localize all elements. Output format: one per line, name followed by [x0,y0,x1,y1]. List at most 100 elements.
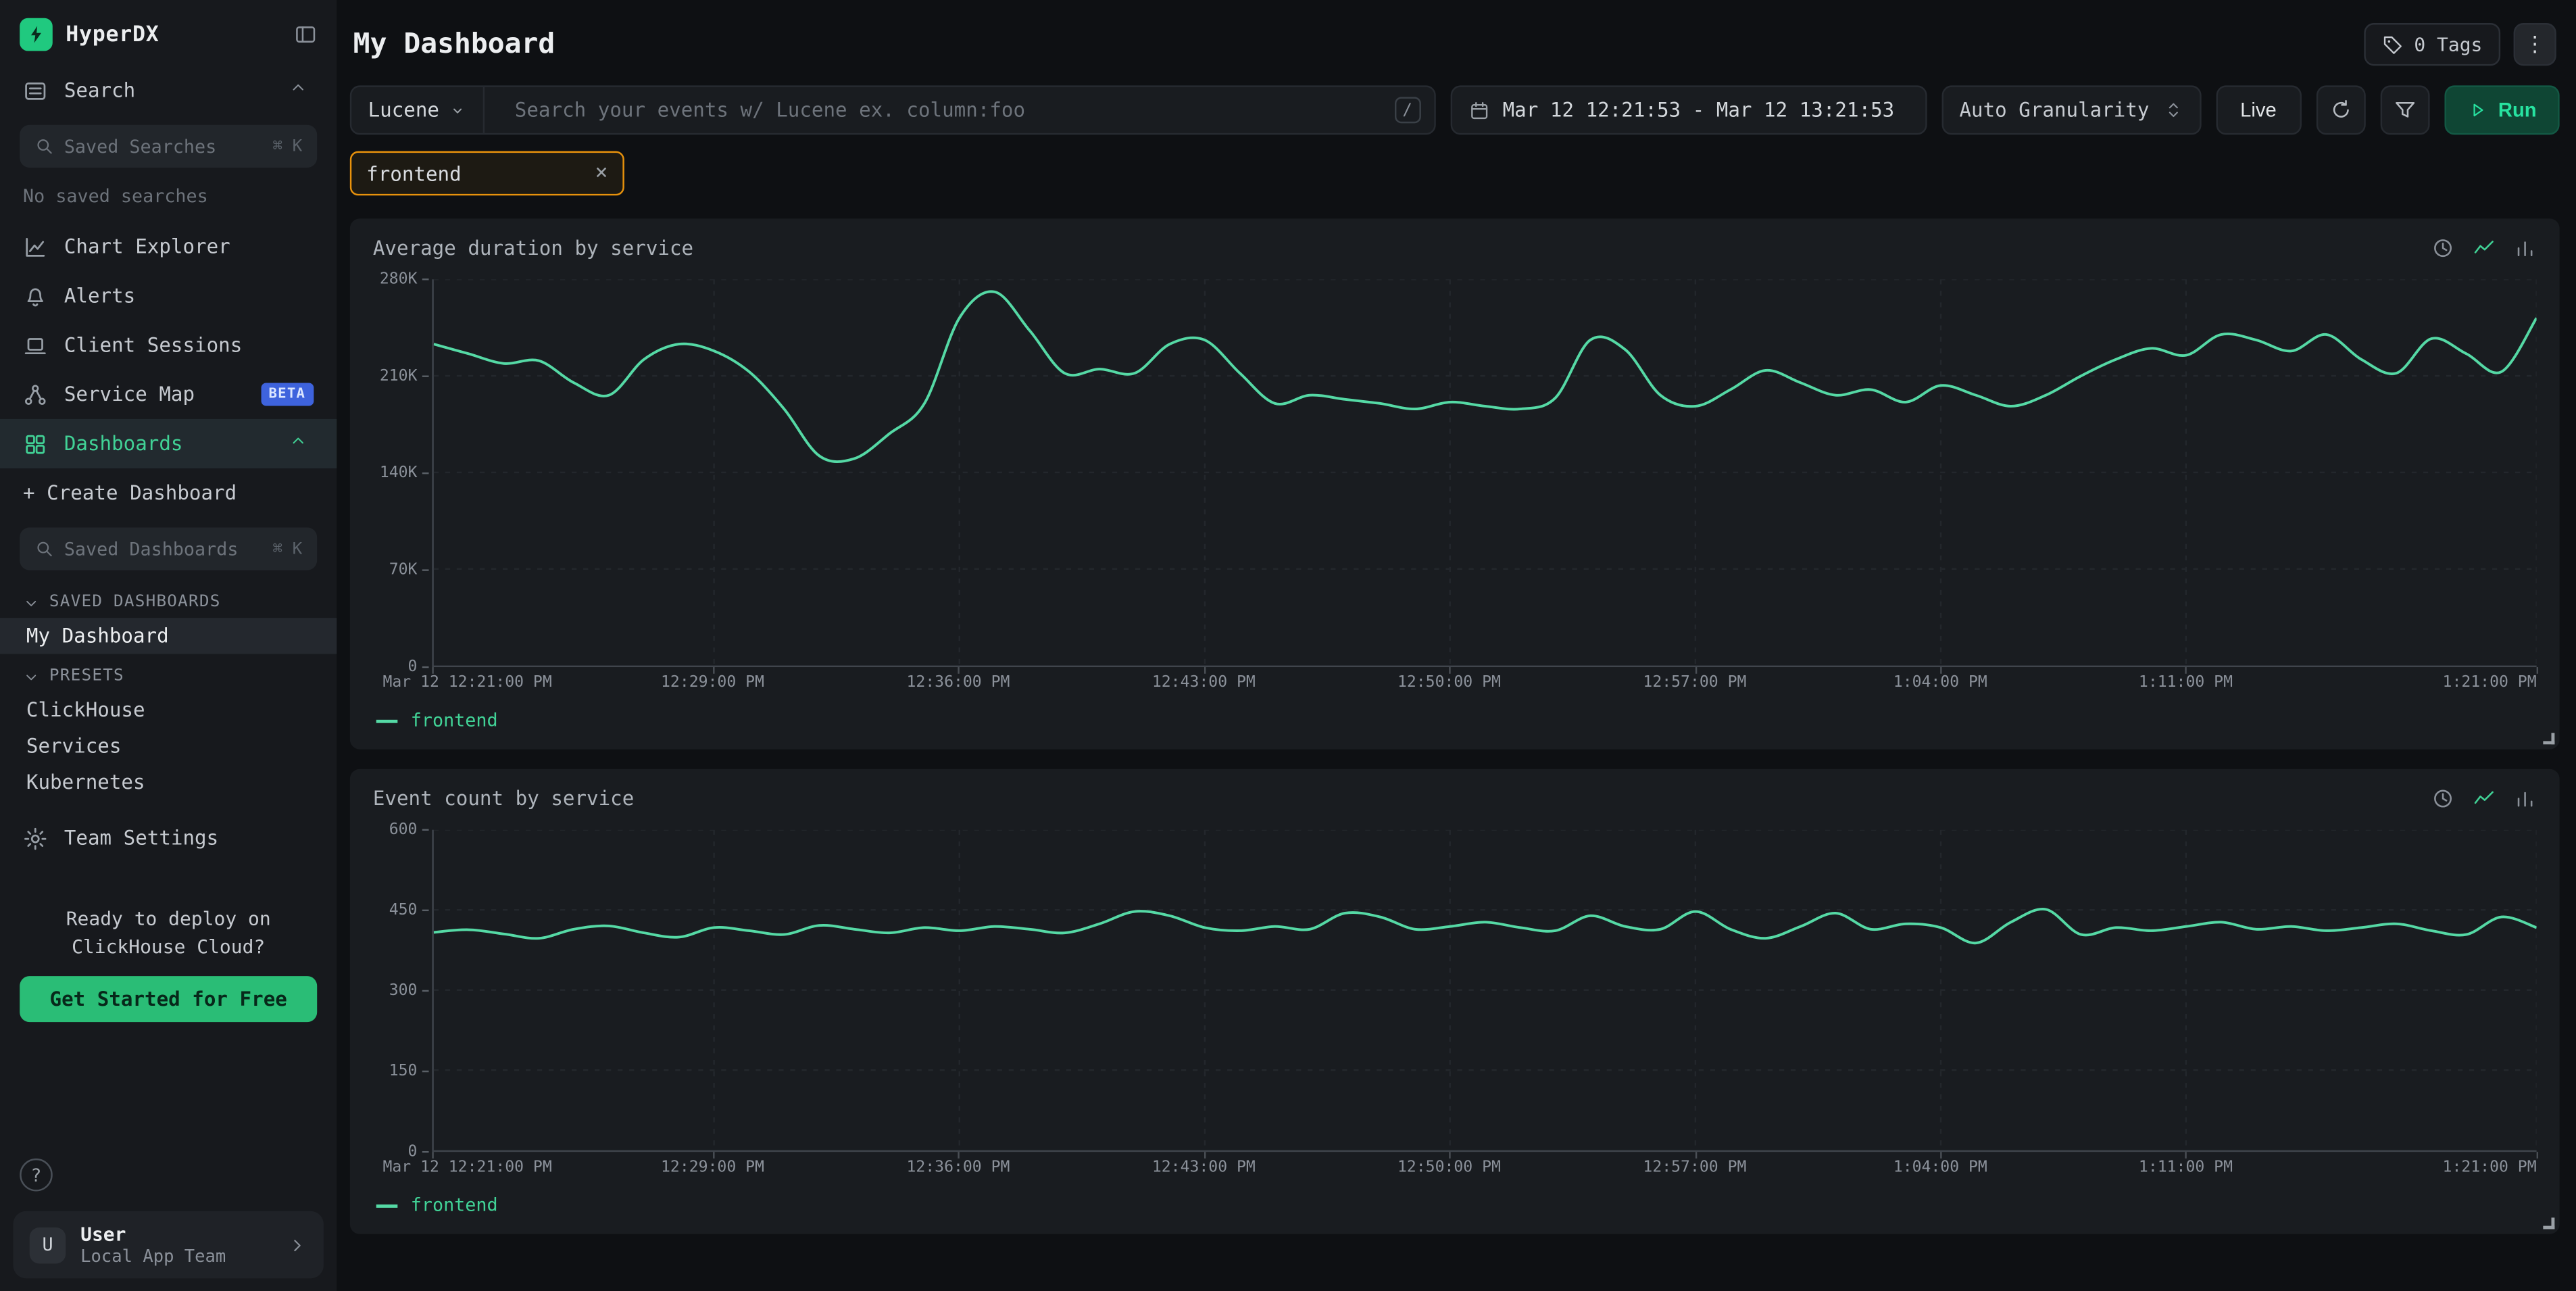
user-menu[interactable]: U User Local App Team [13,1211,323,1279]
shortcut-hint: ⌘ K [272,540,302,558]
legend-label[interactable]: frontend [411,710,498,731]
x-axis: Mar 12 12:21:00 PM12:29:00 PM12:36:00 PM… [432,1159,2536,1180]
filter-chip-row: frontend × [350,135,2560,199]
query-language-select[interactable]: Lucene [351,87,485,133]
shortcut-hint: ⌘ K [272,137,302,155]
sidebar-item-search[interactable]: Search [0,66,337,115]
x-tick-label: 12:50:00 PM [1397,674,1501,692]
get-started-button[interactable]: Get Started for Free [20,977,317,1023]
sidebar-item-label: Dashboards [64,432,273,455]
sidebar-item-dashboards[interactable]: Dashboards [0,419,337,468]
x-tick-label: 12:29:00 PM [661,674,764,692]
play-icon [2467,100,2487,120]
x-tickmark [1695,1152,1696,1159]
x-tick-label: 12:57:00 PM [1643,1159,1746,1177]
close-icon[interactable]: × [595,161,608,185]
line-chart-toggle-icon[interactable] [2473,787,2496,810]
time-range-icon[interactable] [2431,237,2454,260]
live-button[interactable]: Live [2216,85,2301,135]
gear-icon [23,826,47,850]
x-tick-label: 12:57:00 PM [1643,674,1746,692]
chevron-up-icon [289,78,314,102]
sidebar-item-my-dashboard[interactable]: My Dashboard [0,618,337,654]
chart-plot-area: 6004503001500 [373,830,2537,1152]
sidebar-item-alerts[interactable]: Alerts [0,271,337,320]
service-filter-chip-label: frontend [366,162,462,185]
saved-dashboards-placeholder: Saved Dashboards [64,538,263,560]
chevron-up-icon [289,431,314,456]
x-tickmark [2185,667,2187,674]
sidebar-item-client-sessions[interactable]: Client Sessions [0,320,337,370]
saved-dashboards-section-toggle[interactable]: SAVED DASHBOARDS [0,580,337,618]
x-tickmark [712,1152,714,1159]
saved-searches-input[interactable]: Saved Searches ⌘ K [20,125,317,168]
chevron-down-icon [23,594,39,610]
presets-section-toggle[interactable]: PRESETS [0,654,337,692]
bell-icon [23,283,47,308]
saved-dashboards-input[interactable]: Saved Dashboards ⌘ K [20,527,317,570]
x-tick-label: 12:43:00 PM [1152,674,1256,692]
chart-title: Average duration by service [373,237,693,260]
beta-badge: BETA [260,383,314,406]
y-axis: 280K210K140K70K0 [373,279,432,667]
x-tick-label: Mar 12 12:21:00 PM [382,1159,551,1177]
sidebar-item-preset-services[interactable]: Services [0,728,337,764]
event-search-bar[interactable]: Lucene Search your events w/ Lucene ex. … [350,85,1435,135]
y-tick-label: 280K [380,270,429,289]
create-dashboard-label: + Create Dashboard [23,481,314,504]
user-name: User [80,1223,272,1246]
card-resize-handle[interactable] [2543,733,2554,744]
bar-chart-toggle-icon[interactable] [2514,787,2537,810]
x-tickmark [1449,667,1450,674]
granularity-select[interactable]: Auto Granularity [1941,85,2201,135]
help-button[interactable]: ? [20,1159,53,1192]
collapse-sidebar-icon[interactable] [294,23,317,46]
bar-chart-toggle-icon[interactable] [2514,237,2537,260]
user-team: Local App Team [80,1247,272,1267]
x-tickmark [2537,667,2538,674]
sidebar-item-label: Chart Explorer [64,235,314,258]
funnel-icon [2393,99,2416,122]
dashboard-menu-button[interactable]: ⋮ [2514,23,2556,66]
chevron-right-icon [287,1235,307,1255]
line-series-frontend [434,279,2537,665]
run-button[interactable]: Run [2444,85,2560,135]
card-resize-handle[interactable] [2543,1217,2554,1229]
x-tickmark [1940,1152,1941,1159]
sidebar-item-label: Team Settings [64,827,314,850]
brand-name: HyperDX [66,22,159,47]
x-tick-label: 12:50:00 PM [1397,1159,1501,1177]
date-range-value: Mar 12 12:21:53 - Mar 12 13:21:53 [1503,99,1895,122]
filter-row: Lucene Search your events w/ Lucene ex. … [350,85,2560,135]
brand-row: HyperDX [0,0,337,66]
x-tick-label: 1:11:00 PM [2139,674,2233,692]
create-dashboard-button[interactable]: + Create Dashboard [0,468,337,518]
time-range-icon[interactable] [2431,787,2454,810]
date-range-picker[interactable]: Mar 12 12:21:53 - Mar 12 13:21:53 [1450,85,1927,135]
page-title: My Dashboard [353,28,555,61]
service-filter-chip[interactable]: frontend × [350,151,624,196]
y-tick-label: 210K [380,367,429,385]
y-tick-label: 150 [389,1063,429,1081]
filter-button[interactable] [2380,85,2429,135]
x-tickmark [1204,1152,1205,1159]
tags-button[interactable]: 0 Tags [2364,23,2500,66]
run-button-label: Run [2498,99,2537,122]
legend-label[interactable]: frontend [411,1194,498,1216]
tag-icon [2383,34,2404,55]
sidebar-item-preset-kubernetes[interactable]: Kubernetes [0,764,337,800]
refresh-button[interactable] [2316,85,2365,135]
chevron-up-down-icon [2163,100,2183,120]
clickhouse-cloud-promo: Ready to deploy on ClickHouse Cloud? [23,906,314,960]
x-tick-label: 1:04:00 PM [1893,674,1987,692]
x-tick-label: 12:29:00 PM [661,1159,764,1177]
saved-searches-placeholder: Saved Searches [64,136,263,157]
sidebar-item-service-map[interactable]: Service Map BETA [0,370,337,419]
chevron-down-icon [23,668,39,684]
y-tick-label: 600 [389,821,429,839]
sidebar-item-team-settings[interactable]: Team Settings [0,813,337,862]
sidebar-item-preset-clickhouse[interactable]: ClickHouse [0,691,337,727]
chart-legend: frontend [376,1194,2537,1216]
sidebar-item-chart-explorer[interactable]: Chart Explorer [0,222,337,271]
line-chart-toggle-icon[interactable] [2473,237,2496,260]
